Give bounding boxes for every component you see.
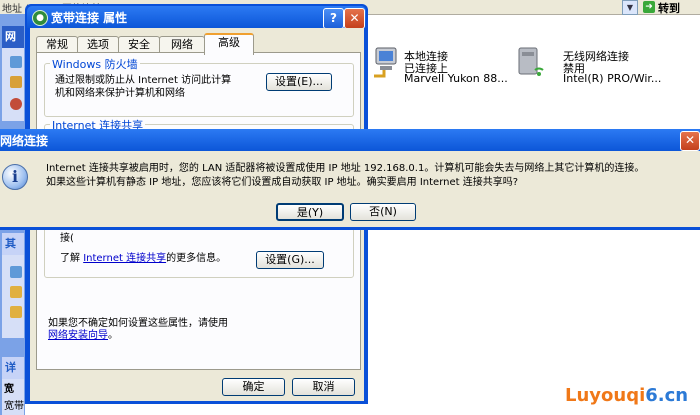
details-item: 宽带 bbox=[4, 401, 24, 412]
ics-learn-more: 了解 Internet 连接共享的更多信息。 bbox=[60, 249, 226, 264]
go-button[interactable]: 转到 bbox=[658, 0, 680, 16]
message-box-close-button[interactable]: ✕ bbox=[680, 131, 700, 151]
network-setup-wizard-link[interactable]: 网络安装向导 bbox=[48, 330, 108, 341]
tab-options[interactable]: 选项 bbox=[77, 36, 119, 53]
ok-button[interactable]: 确定 bbox=[222, 378, 285, 396]
firewall-settings-button[interactable]: 设置(E)... bbox=[266, 73, 332, 91]
info-icon: i bbox=[2, 164, 28, 190]
tab-general[interactable]: 常规 bbox=[36, 36, 78, 53]
tab-networking[interactable]: 网络 bbox=[159, 36, 205, 53]
wizard-suffix: 。 bbox=[108, 330, 118, 341]
task-icon[interactable] bbox=[10, 286, 22, 298]
details-item: 宽 bbox=[4, 384, 14, 395]
ics-settings-button[interactable]: 设置(G)... bbox=[256, 251, 324, 269]
cancel-button[interactable]: 取消 bbox=[292, 378, 355, 396]
ics-help-link[interactable]: Internet 连接共享 bbox=[83, 253, 166, 264]
setup-wizard-line: 网络安装向导。 bbox=[48, 326, 118, 341]
ics-partial-text: 接( bbox=[60, 233, 74, 244]
yes-button[interactable]: 是(Y) bbox=[276, 203, 344, 221]
network-connection-icon: ● bbox=[32, 10, 48, 26]
watermark-part: Luyouqi bbox=[565, 385, 646, 406]
task-icon[interactable] bbox=[10, 306, 22, 318]
properties-title: 宽带连接 属性 bbox=[51, 11, 128, 25]
go-arrow-icon[interactable]: ➜ bbox=[643, 1, 655, 13]
lan-connection-icon[interactable] bbox=[370, 46, 400, 80]
task-section-1-header[interactable]: 网 bbox=[2, 26, 24, 48]
learn-suffix: 的更多信息。 bbox=[166, 253, 227, 264]
learn-prefix: 了解 bbox=[60, 253, 84, 264]
message-box-titlebar[interactable]: 网络连接 bbox=[0, 129, 700, 151]
task-section-2-header[interactable]: 其 bbox=[2, 233, 24, 255]
firewall-group-label: Windows 防火墙 bbox=[50, 56, 140, 72]
message-line: 如果这些计算机有静态 IP 地址，您应该将它们设置成自动获取 IP 地址。确实要… bbox=[46, 177, 519, 188]
task-section-3-header[interactable]: 详 bbox=[2, 357, 24, 379]
task-icon[interactable] bbox=[10, 56, 22, 68]
task-icon[interactable] bbox=[10, 98, 22, 110]
message-text: Internet 连接共享被启用时，您的 LAN 适配器将被设置成使用 IP 地… bbox=[46, 162, 696, 190]
task-icon[interactable] bbox=[10, 76, 22, 88]
wireless-connection-icon[interactable] bbox=[515, 46, 545, 80]
message-line: Internet 连接共享被启用时，您的 LAN 适配器将被设置成使用 IP 地… bbox=[46, 163, 645, 174]
address-dropdown-icon[interactable]: ▼ bbox=[622, 0, 638, 15]
firewall-description: 机和网络来保护计算机和网络 bbox=[55, 88, 185, 99]
help-button[interactable]: ? bbox=[323, 8, 344, 29]
watermark-part: 6.cn bbox=[645, 385, 689, 406]
close-button[interactable]: ✕ bbox=[344, 8, 365, 29]
tab-advanced[interactable]: 高级 bbox=[204, 33, 254, 55]
no-button[interactable]: 否(N) bbox=[350, 203, 416, 221]
connection-device: Intel(R) PRO/Wir... bbox=[563, 72, 662, 85]
message-box-title: 网络连接 bbox=[0, 134, 49, 148]
tab-security[interactable]: 安全 bbox=[118, 36, 160, 53]
properties-titlebar[interactable]: ● 宽带连接 属性 bbox=[27, 6, 366, 28]
task-icon[interactable] bbox=[10, 266, 22, 278]
connection-device: Marvell Yukon 88... bbox=[404, 72, 508, 85]
watermark: Luyouqi6.cn bbox=[565, 385, 688, 406]
